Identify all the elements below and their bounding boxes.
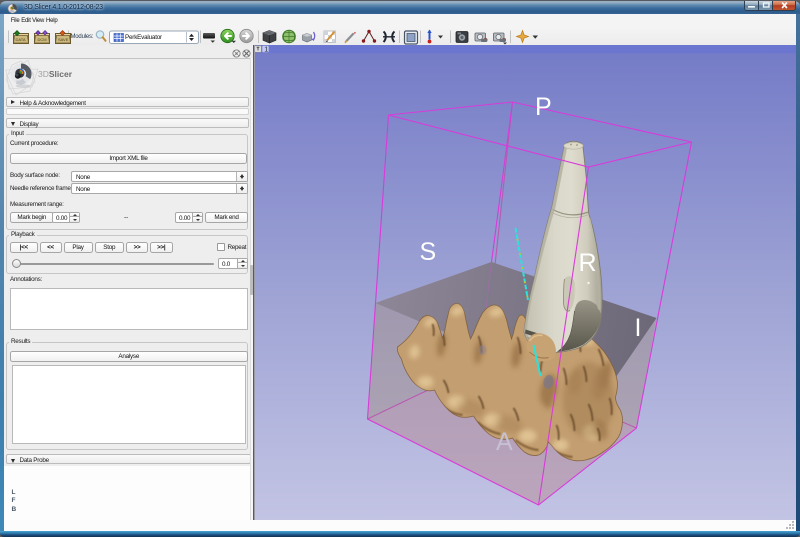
svg-text:DCM: DCM [38,37,47,42]
svg-text:A: A [496,428,513,456]
svg-text:P: P [535,93,552,121]
svg-text:DATA: DATA [16,37,26,42]
svg-text:I: I [634,314,641,342]
svg-text:Modules:: Modules: [71,34,94,40]
svg-text:SAVE: SAVE [58,37,69,42]
svg-text:1: 1 [264,47,268,54]
svg-text:R: R [578,249,596,277]
svg-text:PerkEvaluator: PerkEvaluator [125,34,162,41]
svg-text:S: S [419,238,436,266]
